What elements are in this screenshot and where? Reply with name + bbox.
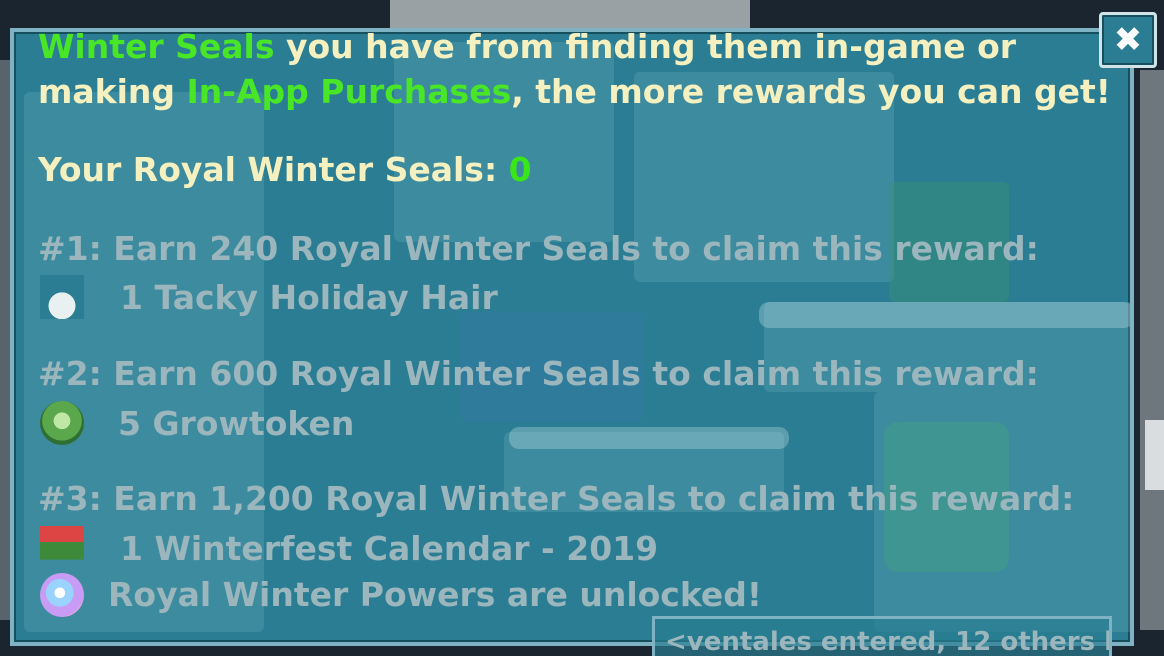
seals-label: Your Royal Winter Seals:: [38, 150, 509, 189]
background-snow-ledge: [509, 427, 789, 449]
seals-count-line: Your Royal Winter Seals: 0: [38, 150, 532, 189]
reward-3-item: 1 Winterfest Calendar - 2019: [120, 529, 659, 568]
royal-winter-powers-icon: [40, 573, 84, 617]
background-rock-right: [1140, 70, 1164, 630]
reward-3-extra: Royal Winter Powers are unlocked!: [108, 575, 762, 614]
intro-highlight-seals: Winter Seals: [38, 28, 275, 66]
intro-line-2: making In-App Purchases, the more reward…: [38, 69, 1111, 114]
intro-text: making: [38, 72, 187, 111]
seals-count: 0: [508, 150, 532, 189]
growtoken-icon: [40, 401, 84, 445]
intro-highlight-iap: In-App Purchases: [186, 72, 512, 111]
chat-status-bar: <ventales entered, 12 others here>: [652, 616, 1112, 656]
background-snow-block: [1145, 420, 1164, 490]
reward-1-requirement: #1: Earn 240 Royal Winter Seals to claim…: [38, 229, 1039, 268]
close-button[interactable]: ✖: [1099, 12, 1157, 68]
royal-winter-seals-dialog: Winter Seals you have from finding them …: [10, 28, 1134, 646]
reward-1-item: 1 Tacky Holiday Hair: [120, 278, 498, 317]
reward-2-item: 5 Growtoken: [118, 404, 355, 443]
intro-line-1: Winter Seals you have from finding them …: [38, 28, 1017, 69]
reward-2-requirement: #2: Earn 600 Royal Winter Seals to claim…: [38, 354, 1039, 393]
reward-3-requirement: #3: Earn 1,200 Royal Winter Seals to cla…: [38, 479, 1075, 518]
background-snow-ledge: [759, 302, 1130, 328]
winterfest-calendar-icon: [40, 526, 84, 570]
background-rock-top: [390, 0, 750, 30]
tacky-holiday-hair-icon: [40, 275, 84, 319]
intro-text: you have from finding them in-game or: [274, 28, 1017, 66]
intro-text: , the more rewards you can get!: [511, 72, 1111, 111]
